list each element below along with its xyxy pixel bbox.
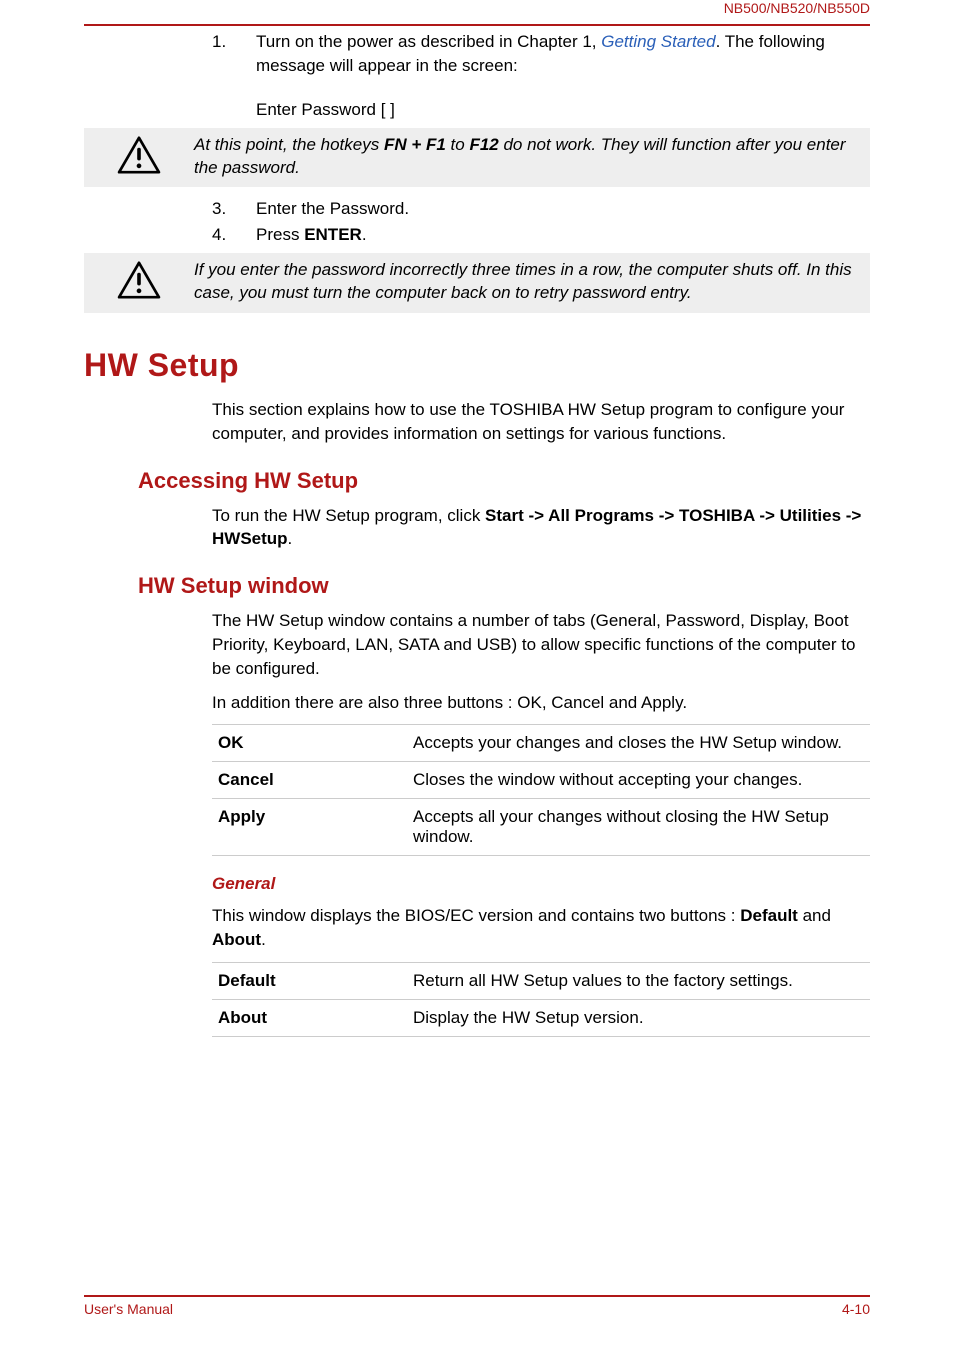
footer-left: User's Manual — [84, 1301, 173, 1317]
general-table: Default Return all HW Setup values to th… — [212, 962, 870, 1037]
page-footer: User's Manual 4-10 — [84, 1295, 870, 1317]
password-prompt: Enter Password [ ] — [256, 100, 870, 120]
list-text: Turn on the power as described in Chapte… — [256, 30, 870, 78]
term: Apply — [212, 799, 407, 856]
text-bold: FN + F1 — [384, 135, 446, 154]
warning-callout: At this point, the hotkeys FN + F1 to F1… — [84, 128, 870, 188]
table-row: Apply Accepts all your changes without c… — [212, 799, 870, 856]
list-number: 3. — [212, 197, 256, 221]
text-bold: ENTER — [304, 225, 362, 244]
text-fragment: . — [261, 930, 266, 949]
warning-icon — [84, 134, 194, 174]
term: OK — [212, 725, 407, 762]
list-number: 4. — [212, 223, 256, 247]
text-fragment: Turn on the power as described in Chapte… — [256, 32, 601, 51]
accessing-body: To run the HW Setup program, click Start… — [212, 504, 870, 552]
text-bold: F12 — [469, 135, 498, 154]
warning-icon — [84, 259, 194, 299]
text-fragment: At this point, the hotkeys — [194, 135, 384, 154]
paragraph: This section explains how to use the TOS… — [212, 398, 870, 446]
list-item: 3. Enter the Password. — [212, 197, 870, 221]
definition: Display the HW Setup version. — [407, 999, 870, 1036]
callout-text: If you enter the password incorrectly th… — [194, 259, 860, 305]
term: Cancel — [212, 762, 407, 799]
definition: Closes the window without accepting your… — [407, 762, 870, 799]
text-fragment: . — [288, 529, 293, 548]
heading-accessing: Accessing HW Setup — [138, 468, 870, 494]
table-row: About Display the HW Setup version. — [212, 999, 870, 1036]
list-text: Press ENTER. — [256, 223, 870, 247]
list-number: 1. — [212, 30, 256, 78]
heading-hw-setup: HW Setup — [84, 347, 870, 384]
term: About — [212, 999, 407, 1036]
window-body: The HW Setup window contains a number of… — [212, 609, 870, 1037]
definition: Accepts all your changes without closing… — [407, 799, 870, 856]
header-rule — [84, 24, 870, 26]
definition: Accepts your changes and closes the HW S… — [407, 725, 870, 762]
hwsetup-intro: This section explains how to use the TOS… — [212, 398, 870, 446]
definition: Return all HW Setup values to the factor… — [407, 962, 870, 999]
header-model: NB500/NB520/NB550D — [84, 0, 870, 16]
steps-block: 3. Enter the Password. 4. Press ENTER. — [212, 197, 870, 247]
text-bold: Default — [740, 906, 798, 925]
list-item: 1. Turn on the power as described in Cha… — [212, 30, 870, 78]
callout-text: At this point, the hotkeys FN + F1 to F1… — [194, 134, 860, 180]
heading-window: HW Setup window — [138, 573, 870, 599]
text-fragment: and — [798, 906, 831, 925]
text-fragment: to — [446, 135, 470, 154]
buttons-table: OK Accepts your changes and closes the H… — [212, 724, 870, 856]
text-fragment: Press — [256, 225, 304, 244]
text-fragment: To run the HW Setup program, click — [212, 506, 485, 525]
text-fragment: This window displays the BIOS/EC version… — [212, 906, 740, 925]
paragraph: This window displays the BIOS/EC version… — [212, 904, 870, 952]
list-item: 4. Press ENTER. — [212, 223, 870, 247]
footer-right: 4-10 — [842, 1301, 870, 1317]
table-row: Default Return all HW Setup values to th… — [212, 962, 870, 999]
getting-started-link[interactable]: Getting Started — [601, 32, 715, 51]
paragraph: To run the HW Setup program, click Start… — [212, 504, 870, 552]
intro-block: 1. Turn on the power as described in Cha… — [212, 30, 870, 120]
page: NB500/NB520/NB550D 1. Turn on the power … — [0, 0, 954, 1345]
warning-callout: If you enter the password incorrectly th… — [84, 253, 870, 313]
term: Default — [212, 962, 407, 999]
table-row: OK Accepts your changes and closes the H… — [212, 725, 870, 762]
paragraph: In addition there are also three buttons… — [212, 691, 870, 715]
text-bold: About — [212, 930, 261, 949]
heading-general: General — [212, 874, 870, 894]
table-row: Cancel Closes the window without accepti… — [212, 762, 870, 799]
list-text: Enter the Password. — [256, 197, 870, 221]
text-fragment: . — [362, 225, 367, 244]
paragraph: The HW Setup window contains a number of… — [212, 609, 870, 680]
